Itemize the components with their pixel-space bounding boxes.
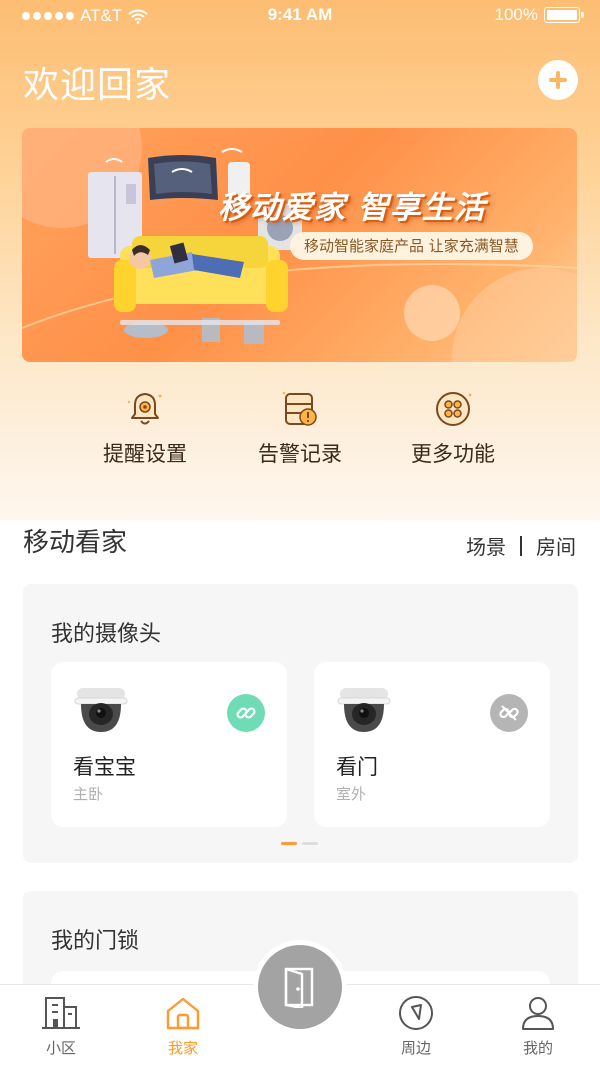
battery-percent: 100% (494, 5, 538, 24)
tab-label: 我家 (167, 1039, 198, 1057)
more-functions-icon (436, 392, 472, 426)
switch-room[interactable]: 房间 (536, 531, 576, 560)
tab-home[interactable]: 我家 (143, 995, 223, 1058)
cameras-card: 我的摄像头 看宝宝 主卧 看门 室外 (23, 584, 578, 863)
compass-icon (399, 996, 433, 1030)
pager-dot-active (281, 842, 297, 845)
switch-scene[interactable]: 场景 (466, 531, 506, 560)
switch-divider (520, 535, 522, 556)
alarm-record-icon (282, 391, 317, 426)
tab-nearby[interactable]: 周边 (376, 995, 456, 1058)
quick-action-label: 更多功能 (411, 442, 495, 466)
camera-tile[interactable]: 看门 室外 (314, 662, 550, 827)
status-bar: AT&T 9:41 AM 100% (0, 0, 600, 32)
dome-camera-icon (74, 688, 128, 732)
banner-subtitle: 移动智能家庭产品 让家充满智慧 (290, 232, 533, 260)
tab-label: 我的 (522, 1039, 553, 1057)
battery-icon (544, 7, 584, 23)
promo-banner[interactable]: 移动爱家 智享生活 移动智能家庭产品 让家充满智慧 (22, 128, 577, 362)
carousel-pager[interactable] (281, 842, 318, 845)
camera-name: 看门 (336, 755, 378, 779)
banner-headline: 移动爱家 智享生活 (218, 190, 486, 226)
alarm-records-button[interactable]: 告警记录 (240, 388, 360, 468)
camera-room: 主卧 (73, 785, 104, 803)
door-icon (284, 967, 314, 1008)
more-functions-button[interactable]: 更多功能 (393, 388, 513, 468)
plus-icon (549, 71, 567, 89)
building-icon (42, 997, 80, 1029)
dome-camera-icon (337, 688, 391, 732)
link-broken-icon (490, 694, 528, 732)
add-button[interactable] (538, 60, 578, 100)
camera-room: 室外 (336, 785, 367, 803)
quick-action-label: 告警记录 (258, 442, 342, 466)
tab-label: 周边 (400, 1039, 431, 1057)
cameras-card-title: 我的摄像头 (51, 622, 162, 647)
camera-name: 看宝宝 (73, 755, 136, 779)
page-title: 欢迎回家 (23, 65, 172, 106)
quick-action-label: 提醒设置 (103, 442, 187, 466)
tab-label: 小区 (45, 1039, 76, 1057)
tab-community[interactable]: 小区 (21, 995, 101, 1058)
link-connected-icon (227, 694, 265, 732)
bell-gear-icon (127, 393, 162, 425)
pager-dot (302, 842, 318, 845)
home-icon (166, 997, 200, 1030)
door-open-button[interactable] (253, 940, 347, 1034)
reminder-settings-button[interactable]: 提醒设置 (85, 388, 205, 468)
view-switch: 场景 房间 (466, 531, 576, 560)
user-icon (522, 997, 554, 1030)
camera-tile[interactable]: 看宝宝 主卧 (51, 662, 287, 827)
tab-profile[interactable]: 我的 (498, 995, 578, 1058)
lock-card-title: 我的门锁 (51, 929, 140, 954)
section-title: 移动看家 (23, 528, 128, 558)
